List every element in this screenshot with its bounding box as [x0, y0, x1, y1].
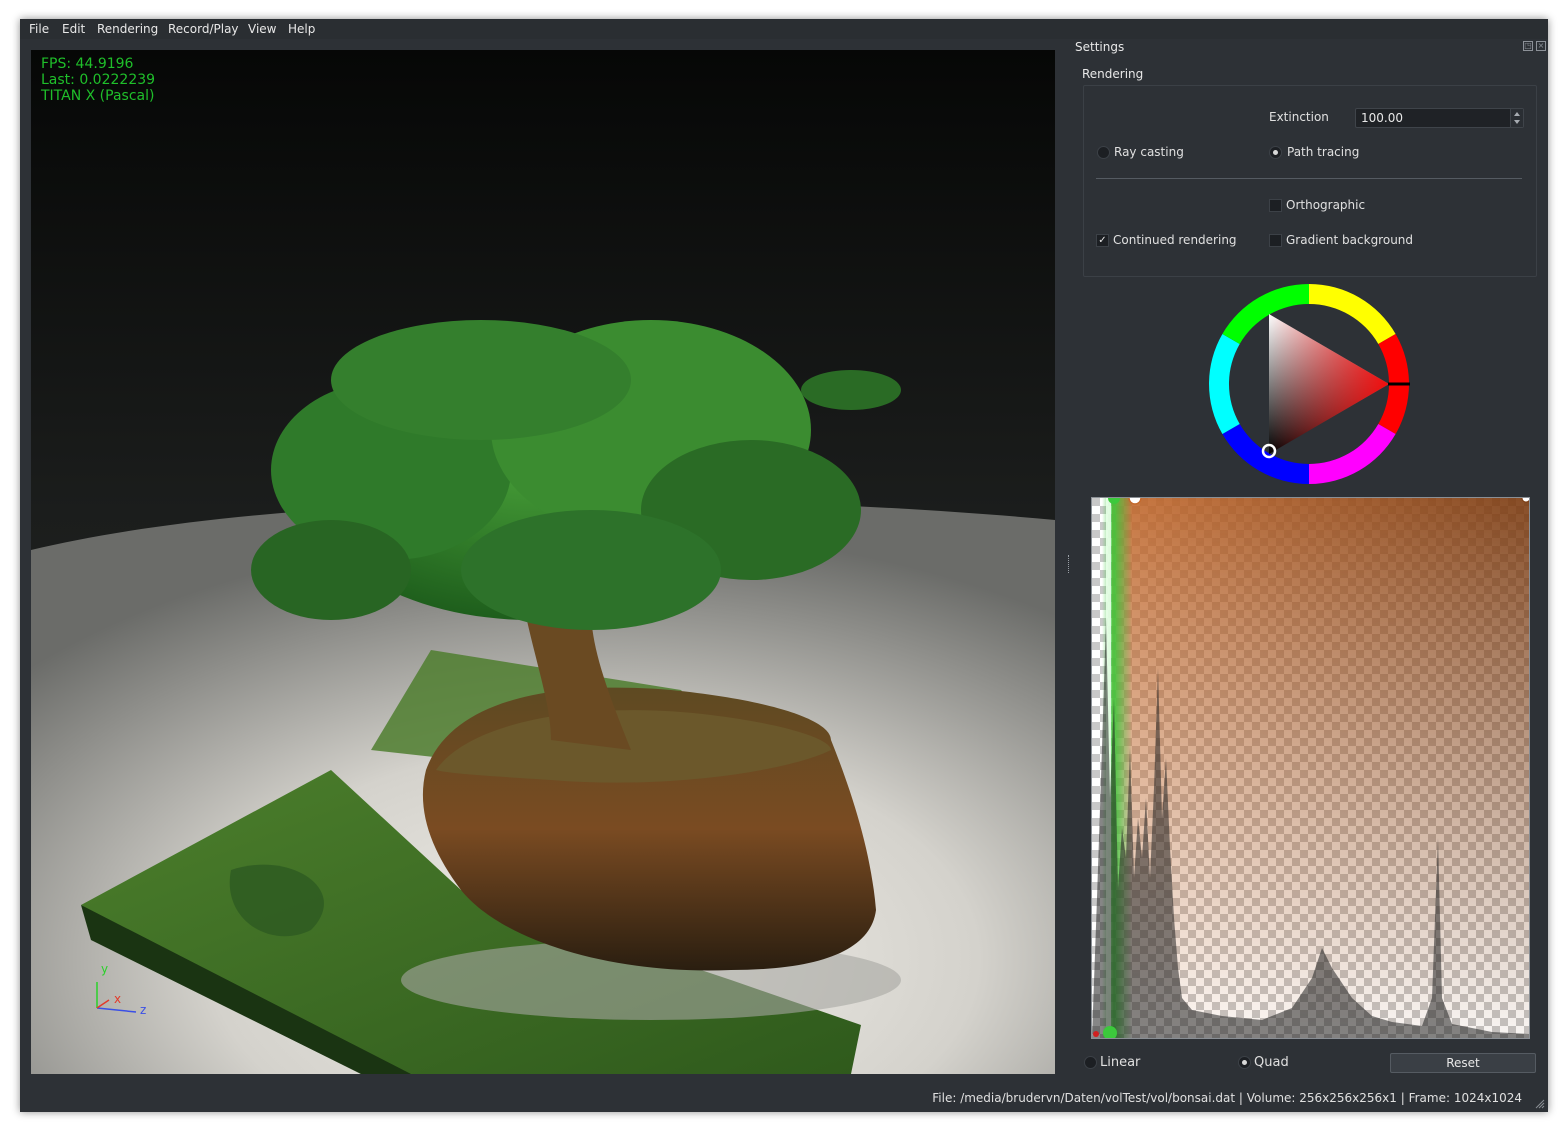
ray-casting-label: Ray casting — [1114, 145, 1184, 159]
menu-record-play[interactable]: Record/Play — [168, 22, 239, 36]
spin-down-arrow-icon[interactable] — [1514, 120, 1520, 124]
rendering-group-title: Rendering — [1082, 67, 1144, 81]
fps-readout: FPS: 44.9196 — [41, 56, 134, 72]
orthographic-checkbox[interactable] — [1269, 199, 1282, 212]
axis-label-z: z — [140, 1003, 147, 1017]
last-frame-readout: Last: 0.0222239 — [41, 72, 156, 88]
orthographic-label: Orthographic — [1286, 198, 1366, 212]
reset-button[interactable]: Reset — [1390, 1053, 1536, 1073]
menu-rendering[interactable]: Rendering — [97, 22, 158, 36]
transfer-function-editor[interactable] — [1091, 497, 1530, 1039]
axis-label-y: y — [101, 962, 109, 976]
extinction-spinbox[interactable]: 100.00 — [1355, 108, 1524, 128]
menu-help[interactable]: Help — [288, 22, 315, 36]
control-point[interactable] — [1093, 1031, 1099, 1037]
gradient-background-label: Gradient background — [1286, 233, 1414, 247]
main-window: File Edit Rendering Record/Play View Hel… — [20, 19, 1548, 1112]
menu-edit[interactable]: Edit — [62, 22, 85, 36]
gpu-name: TITAN X (Pascal) — [41, 88, 155, 104]
quad-mode-radio[interactable] — [1238, 1056, 1251, 1069]
quad-mode-label: Quad — [1254, 1055, 1289, 1070]
render-viewport[interactable]: FPS: 44.9196 Last: 0.0222239 TITAN X (Pa… — [31, 50, 1055, 1074]
path-tracing-radio[interactable] — [1269, 146, 1282, 159]
transfer-function-canvas[interactable] — [1092, 498, 1529, 1038]
menu-view[interactable]: View — [248, 22, 276, 36]
dock-title: Settings — [1075, 40, 1125, 54]
spin-buttons — [1510, 109, 1523, 127]
menu-file[interactable]: File — [29, 22, 49, 36]
axis-label-x: x — [114, 992, 122, 1006]
linear-mode-label: Linear — [1100, 1055, 1141, 1070]
dock-float-icon[interactable]: ◳ — [1523, 41, 1533, 51]
rendering-separator — [1096, 178, 1522, 179]
path-tracing-label: Path tracing — [1287, 145, 1360, 159]
extinction-value: 100.00 — [1361, 111, 1403, 125]
extinction-label: Extinction — [1269, 110, 1329, 124]
size-grip-icon[interactable] — [1535, 1099, 1545, 1109]
control-point[interactable] — [1128, 498, 1142, 505]
dock-splitter-handle[interactable] — [1068, 555, 1072, 573]
stats-overlay: FPS: 44.9196 Last: 0.0222239 TITAN X (Pa… — [41, 56, 155, 104]
continued-rendering-checkbox[interactable]: ✓ — [1096, 234, 1109, 247]
ray-casting-radio[interactable] — [1097, 146, 1110, 159]
spin-up-arrow-icon[interactable] — [1514, 112, 1520, 116]
menu-bar: File Edit Rendering Record/Play View Hel… — [20, 19, 1548, 39]
gradient-background-checkbox[interactable] — [1269, 234, 1282, 247]
color-wheel-picker[interactable] — [1208, 283, 1410, 485]
render-image — [31, 50, 1055, 1074]
linear-mode-radio[interactable] — [1084, 1056, 1097, 1069]
status-bar-text: File: /media/brudervn/Daten/volTest/vol/… — [932, 1091, 1522, 1105]
continued-rendering-label: Continued rendering — [1113, 233, 1237, 247]
dock-close-icon[interactable]: × — [1536, 41, 1546, 51]
